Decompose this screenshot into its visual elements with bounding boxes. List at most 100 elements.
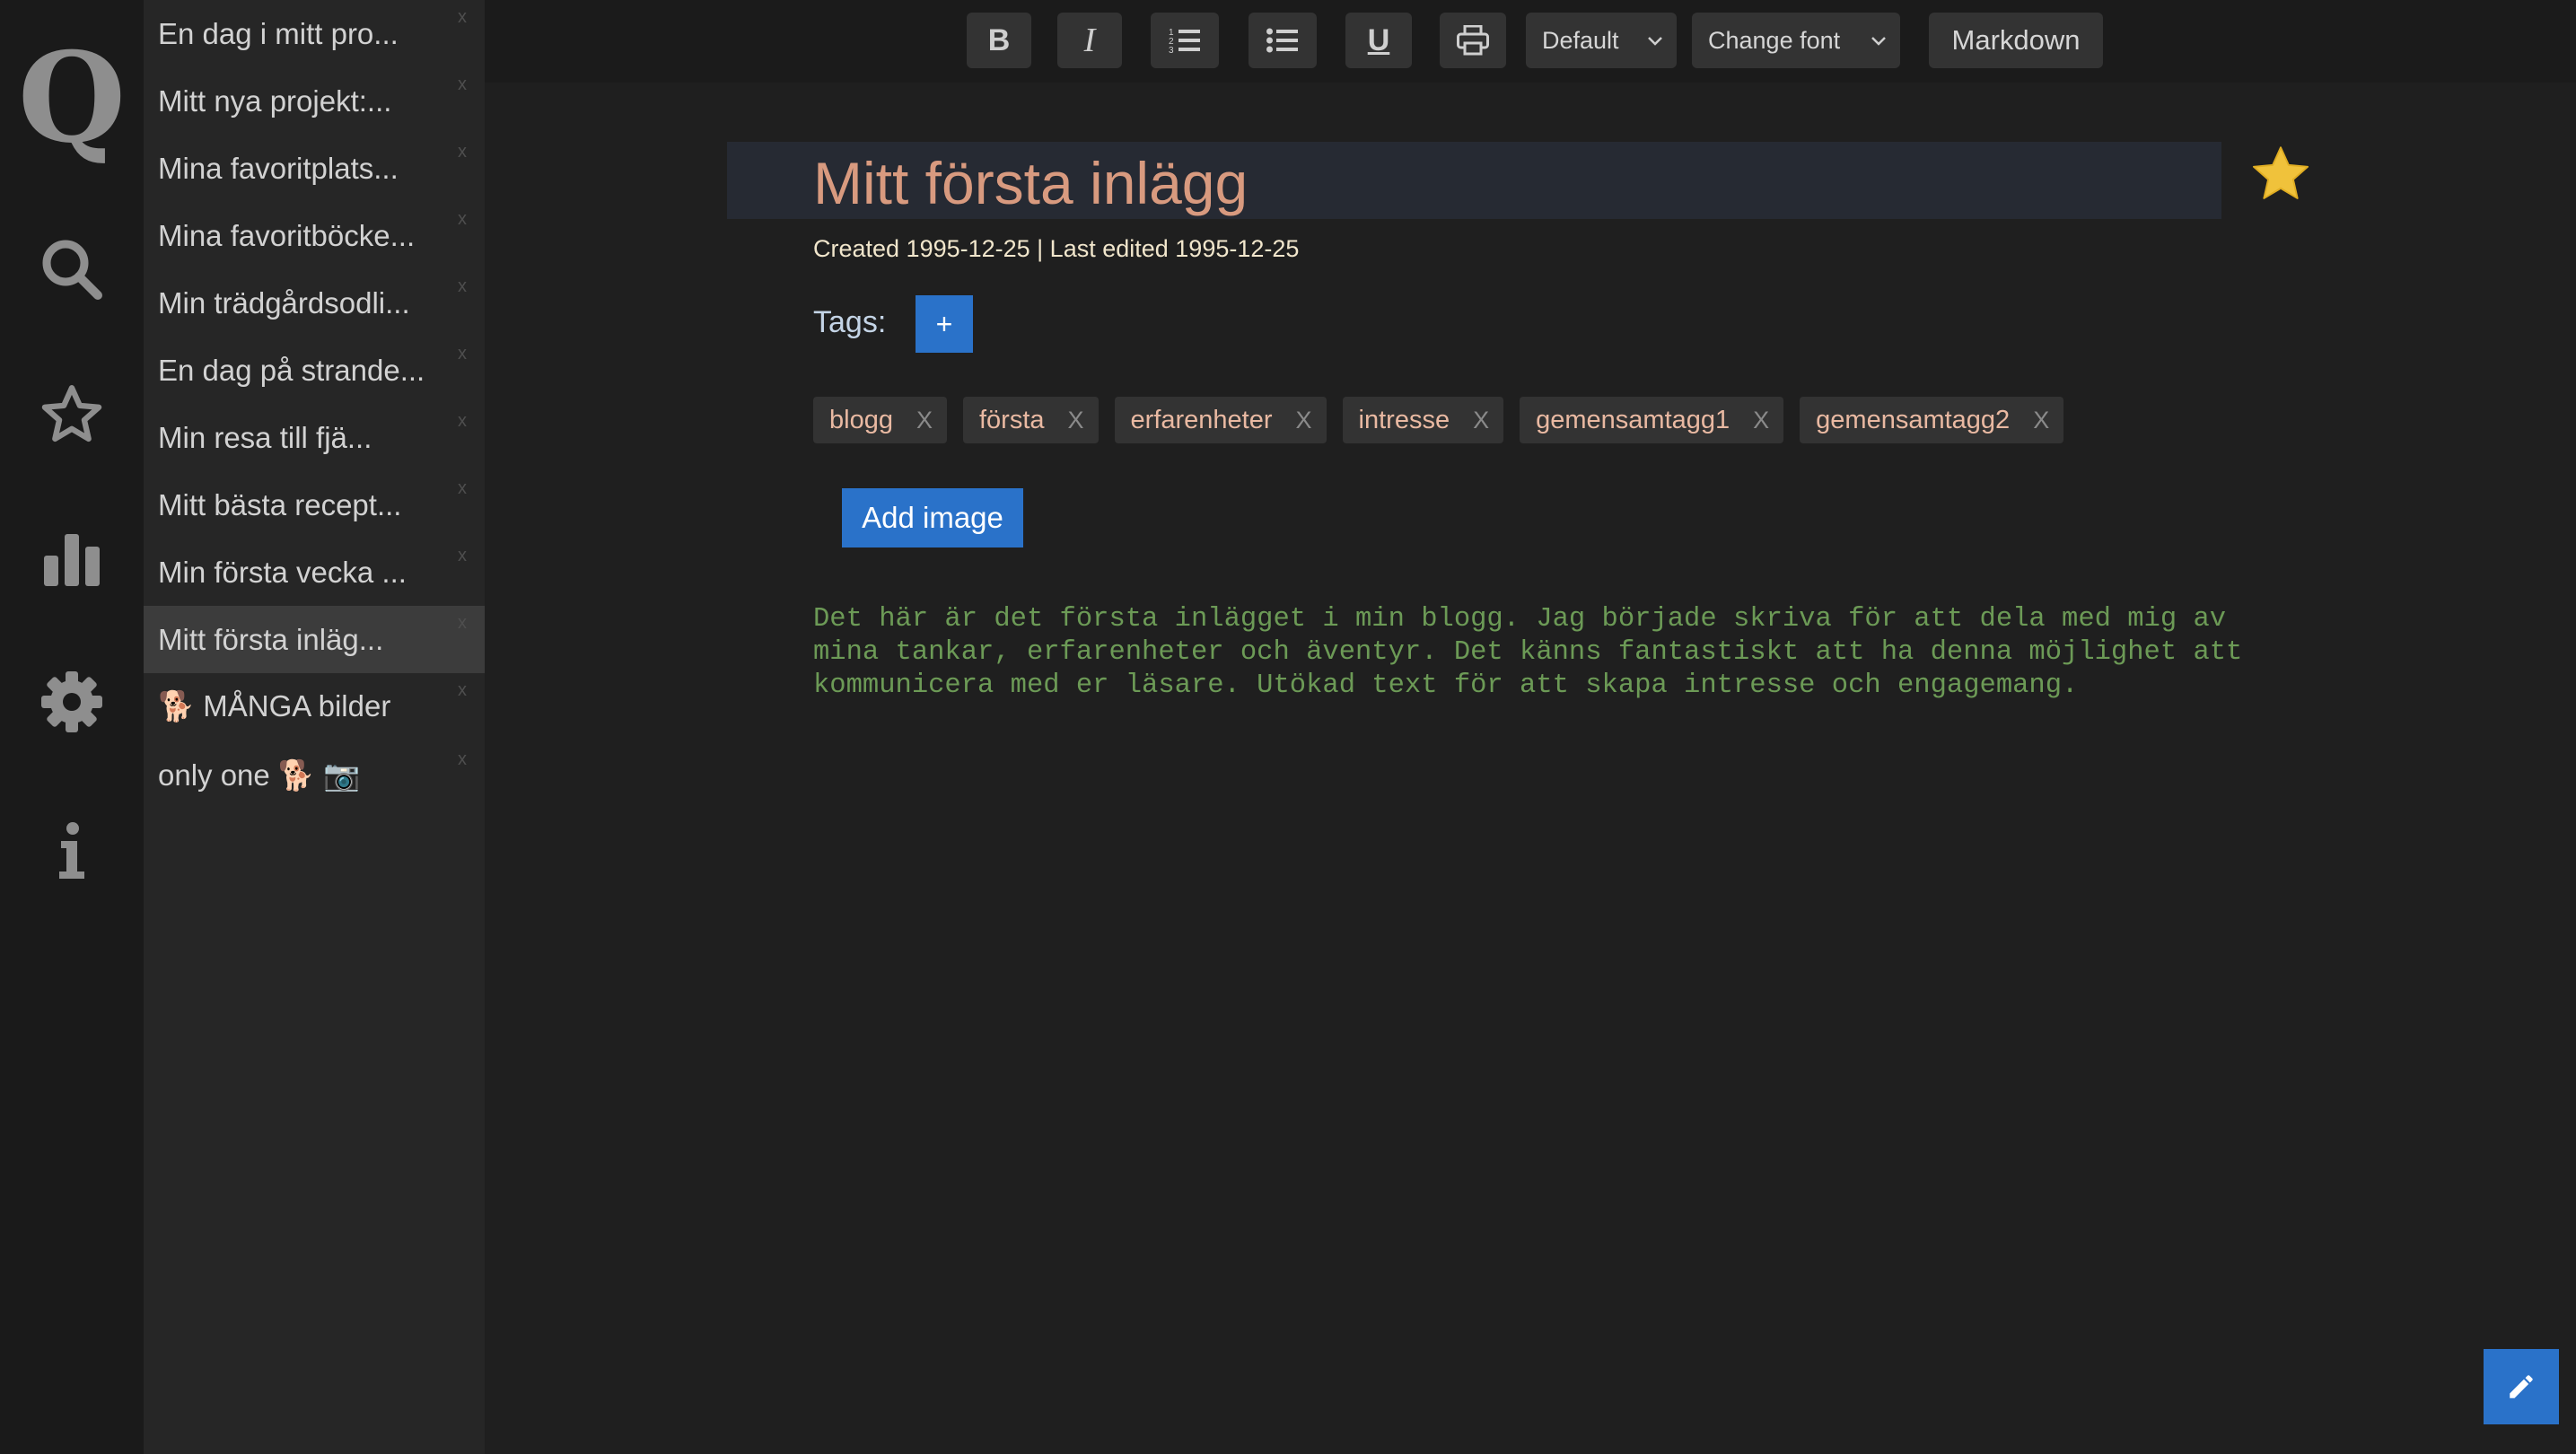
tag-name: intresse bbox=[1358, 405, 1450, 434]
note-title: only one 🐕 📷 bbox=[158, 758, 361, 792]
unordered-list-icon bbox=[1266, 28, 1298, 53]
note-title: Mitt nya projekt:... bbox=[158, 83, 392, 118]
italic-button[interactable]: I bbox=[1057, 13, 1122, 68]
remove-tag-button[interactable]: X bbox=[916, 407, 933, 434]
note-title: En dag på strande... bbox=[158, 353, 425, 387]
delete-note-button[interactable]: x bbox=[458, 344, 467, 364]
printer-icon bbox=[1457, 25, 1489, 56]
tag-name: första bbox=[978, 405, 1045, 434]
app-logo[interactable]: Q bbox=[0, 31, 144, 165]
star-icon bbox=[41, 385, 102, 442]
delete-note-button[interactable]: x bbox=[458, 680, 467, 701]
note-list-item[interactable]: Mina favoritböcke... x bbox=[144, 202, 485, 269]
tag-name: gemensamtagg1 bbox=[1536, 405, 1730, 434]
note-title: Min trädgårdsodli... bbox=[158, 285, 410, 320]
underline-icon: U bbox=[1367, 22, 1390, 57]
search-icon bbox=[42, 240, 102, 300]
tag-chip[interactable]: erfarenheter X bbox=[1114, 397, 1327, 443]
delete-note-button[interactable]: x bbox=[458, 613, 467, 634]
tag-chip[interactable]: intresse X bbox=[1342, 397, 1504, 443]
delete-note-button[interactable]: x bbox=[458, 209, 467, 230]
italic-icon: I bbox=[1083, 22, 1096, 59]
underline-button[interactable]: U bbox=[1345, 13, 1412, 68]
tag-name: erfarenheter bbox=[1130, 405, 1273, 434]
note-title: Mitt första inläg... bbox=[158, 622, 384, 656]
delete-note-button[interactable]: x bbox=[458, 411, 467, 432]
tag-chip[interactable]: blogg X bbox=[813, 397, 947, 443]
delete-note-button[interactable]: x bbox=[458, 74, 467, 95]
font-select-value: Change font bbox=[1708, 26, 1841, 54]
tag-chip[interactable]: gemensamtagg2 X bbox=[1800, 397, 2064, 443]
bold-icon: B bbox=[987, 22, 1011, 57]
delete-note-button[interactable]: x bbox=[458, 749, 467, 770]
note-list-item[interactable]: Mitt bästa recept... x bbox=[144, 471, 485, 539]
chevron-down-icon bbox=[1871, 37, 1886, 46]
edit-button[interactable] bbox=[2484, 1349, 2559, 1424]
gear-icon bbox=[41, 671, 102, 732]
favorites-button[interactable] bbox=[0, 361, 144, 469]
note-list-item[interactable]: only one 🐕 📷 x bbox=[144, 742, 485, 810]
note-title: 🐕 MÅNGA bilder bbox=[158, 689, 391, 723]
settings-button[interactable] bbox=[0, 648, 144, 756]
icon-rail: Q bbox=[0, 0, 144, 1454]
note-list: En dag i mitt pro... x Mitt nya projekt:… bbox=[144, 0, 485, 1454]
print-button[interactable] bbox=[1440, 13, 1506, 68]
note-title: Mina favoritböcke... bbox=[158, 218, 416, 252]
note-body-editor[interactable]: Det här är det första inlägget i min blo… bbox=[813, 603, 2276, 703]
unordered-list-button[interactable] bbox=[1249, 13, 1317, 68]
tag-name: blogg bbox=[829, 405, 893, 434]
delete-note-button[interactable]: x bbox=[458, 276, 467, 297]
delete-note-button[interactable]: x bbox=[458, 478, 467, 499]
remove-tag-button[interactable]: X bbox=[2033, 407, 2049, 434]
note-list-item[interactable]: Min trädgårdsodli... x bbox=[144, 269, 485, 337]
note-list-item-selected[interactable]: Mitt första inläg... x bbox=[144, 606, 485, 673]
note-list-item[interactable]: Mina favoritplats... x bbox=[144, 135, 485, 202]
remove-tag-button[interactable]: X bbox=[1473, 407, 1489, 434]
tag-list: blogg X första X erfarenheter X intresse… bbox=[813, 397, 2064, 443]
note-list-item[interactable]: Mitt nya projekt:... x bbox=[144, 67, 485, 135]
formatting-toolbar: B I 1 2 3 U Default Change font Markdown bbox=[485, 0, 2576, 83]
style-select[interactable]: Default bbox=[1526, 13, 1677, 68]
ordered-list-icon: 1 2 3 bbox=[1169, 28, 1200, 55]
chevron-down-icon bbox=[1648, 37, 1662, 46]
pencil-icon bbox=[2510, 1375, 2533, 1398]
note-title: Mina favoritplats... bbox=[158, 151, 399, 185]
info-button[interactable] bbox=[0, 797, 144, 905]
note-dates: Created 1995-12-25 | Last edited 1995-12… bbox=[813, 235, 1300, 262]
font-select[interactable]: Change font bbox=[1692, 13, 1900, 68]
delete-note-button[interactable]: x bbox=[458, 7, 467, 28]
favorite-toggle[interactable] bbox=[2247, 140, 2315, 212]
note-title: Mitt bästa recept... bbox=[158, 487, 402, 521]
note-title: Min resa till fjä... bbox=[158, 420, 372, 454]
info-icon bbox=[59, 822, 84, 879]
statistics-button[interactable] bbox=[0, 504, 144, 612]
tag-chip[interactable]: första X bbox=[962, 397, 1099, 443]
note-list-item[interactable]: 🐕 MÅNGA bilder x bbox=[144, 673, 485, 740]
note-title-input[interactable]: Mitt första inlägg bbox=[813, 142, 1248, 219]
note-list-item[interactable]: Min första vecka ... x bbox=[144, 539, 485, 606]
note-list-item[interactable]: Min resa till fjä... x bbox=[144, 404, 485, 471]
note-list-item[interactable]: En dag i mitt pro... x bbox=[144, 0, 485, 67]
remove-tag-button[interactable]: X bbox=[1068, 407, 1084, 434]
tag-chip[interactable]: gemensamtagg1 X bbox=[1520, 397, 1784, 443]
star-icon bbox=[2252, 146, 2309, 199]
markdown-button[interactable]: Markdown bbox=[1929, 13, 2103, 68]
add-image-button[interactable]: Add image bbox=[842, 488, 1023, 547]
tag-name: gemensamtagg2 bbox=[1816, 405, 2011, 434]
add-tag-button[interactable]: + bbox=[916, 295, 973, 353]
delete-note-button[interactable]: x bbox=[458, 142, 467, 162]
tags-label: Tags: bbox=[813, 305, 887, 339]
note-title: Min första vecka ... bbox=[158, 555, 407, 589]
remove-tag-button[interactable]: X bbox=[1753, 407, 1769, 434]
search-button[interactable] bbox=[0, 215, 144, 323]
bold-button[interactable]: B bbox=[967, 13, 1031, 68]
note-list-item[interactable]: En dag på strande... x bbox=[144, 337, 485, 404]
markdown-label: Markdown bbox=[1951, 24, 2081, 56]
delete-note-button[interactable]: x bbox=[458, 546, 467, 566]
note-title: En dag i mitt pro... bbox=[158, 16, 399, 50]
remove-tag-button[interactable]: X bbox=[1296, 407, 1312, 434]
svg-text:3: 3 bbox=[1169, 46, 1174, 55]
bar-chart-icon bbox=[44, 534, 100, 586]
style-select-value: Default bbox=[1542, 26, 1619, 54]
ordered-list-button[interactable]: 1 2 3 bbox=[1151, 13, 1219, 68]
